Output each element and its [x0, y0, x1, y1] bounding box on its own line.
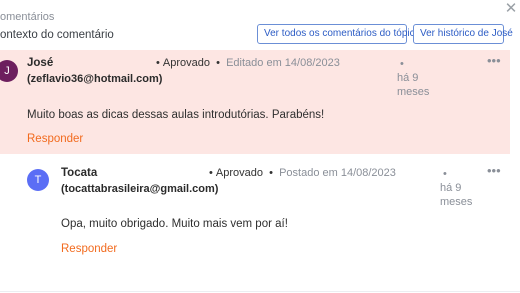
more-options-icon[interactable]: •••: [487, 164, 501, 177]
comment-author-email: (tocattabrasileira@gmail.com): [61, 183, 219, 195]
comment-author: José: [27, 57, 54, 69]
comment-meta: • Aprovado • Editado em 14/08/2023: [156, 57, 340, 69]
reply-button[interactable]: Responder: [61, 243, 117, 255]
separator-dot: •: [397, 58, 404, 70]
comment-author-email: (zeflavio36@hotmail.com): [27, 73, 163, 85]
reply-item: T Tocata (tocattabrasileira@gmail.com) •…: [0, 156, 510, 262]
view-user-history-button[interactable]: Ver histórico de José: [413, 24, 513, 44]
comment-age-line1: há 9: [397, 72, 419, 84]
comment-age: • há 9 meses: [440, 167, 472, 209]
separator-dot: •: [263, 167, 280, 179]
separator-dot: •: [440, 168, 447, 180]
divider: [0, 291, 520, 292]
separator-dot: •: [209, 167, 216, 179]
comment-date: Postado em 14/08/2023: [279, 167, 396, 179]
status-text: Aprovado: [162, 57, 211, 69]
separator-dot: •: [210, 57, 227, 69]
comment-body: Muito boas as dicas dessas aulas introdu…: [27, 109, 325, 121]
view-topic-comments-button[interactable]: Ver todos os comentários do tópico: [257, 24, 420, 44]
status-text: Aprovado: [215, 167, 264, 179]
comment-body: Opa, muito obrigado. Muito mais vem por …: [61, 218, 288, 230]
avatar: T: [27, 169, 49, 191]
comment-date: Editado em 14/08/2023: [226, 57, 340, 69]
reply-button[interactable]: Responder: [27, 133, 83, 145]
comment-item: J José (zeflavio36@hotmail.com) • Aprova…: [0, 50, 510, 154]
comment-age-line1: há 9: [440, 182, 462, 194]
comment-author: Tocata: [61, 167, 98, 179]
more-options-icon[interactable]: •••: [487, 54, 501, 67]
comment-age: • há 9 meses: [397, 57, 429, 99]
close-icon[interactable]: ✕: [504, 1, 518, 16]
avatar: J: [0, 60, 18, 82]
comment-age-line2: meses: [440, 196, 473, 208]
modal-header: omentários ✕: [0, 0, 520, 26]
comment-age-line2: meses: [397, 86, 430, 98]
separator-dot: •: [156, 57, 163, 69]
context-label: ontexto do comentário: [0, 29, 114, 41]
comment-meta: • Aprovado • Postado em 14/08/2023: [209, 167, 396, 179]
page-title: omentários: [0, 11, 55, 23]
